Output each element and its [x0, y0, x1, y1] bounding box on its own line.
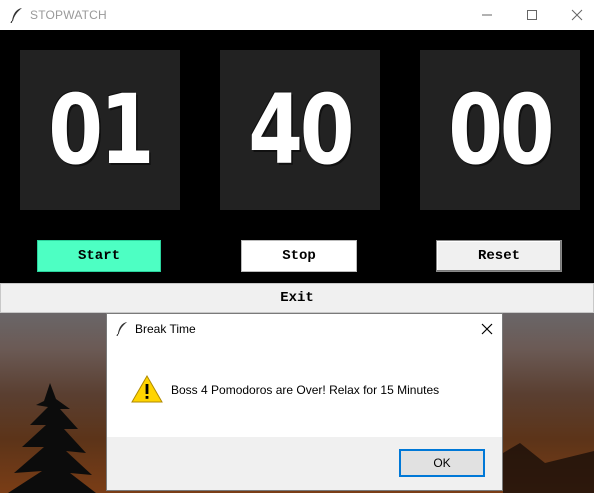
window-title: STOPWATCH [30, 8, 107, 22]
maximize-button[interactable] [509, 0, 555, 30]
hours-value: 01 [48, 74, 155, 186]
seconds-value: 00 [448, 74, 555, 186]
minimize-button[interactable] [464, 0, 510, 30]
close-icon [481, 323, 493, 335]
seconds-display: 00 [420, 50, 580, 210]
break-time-dialog: Break Time Boss 4 Pomodoros are Over! Re… [106, 313, 503, 491]
dialog-body: Boss 4 Pomodoros are Over! Relax for 15 … [107, 344, 502, 437]
feather-icon [116, 322, 128, 336]
reset-button[interactable]: Reset [436, 240, 562, 272]
minimize-icon [482, 14, 492, 16]
start-button[interactable]: Start [37, 240, 161, 272]
minutes-display: 40 [220, 50, 380, 210]
stop-button[interactable]: Stop [241, 240, 357, 272]
maximize-icon [527, 10, 537, 20]
dialog-message: Boss 4 Pomodoros are Over! Relax for 15 … [171, 383, 440, 397]
minutes-value: 40 [248, 74, 355, 186]
hours-display: 01 [20, 50, 180, 210]
warning-icon [131, 374, 163, 403]
exit-button[interactable]: Exit [0, 283, 594, 313]
dialog-footer: OK [107, 437, 502, 490]
dialog-titlebar: Break Time [107, 314, 502, 344]
feather-icon [10, 8, 22, 23]
close-button[interactable] [554, 0, 594, 30]
dialog-title: Break Time [135, 322, 196, 336]
window-titlebar: STOPWATCH [0, 0, 594, 30]
dialog-close-button[interactable] [472, 314, 502, 344]
ok-button[interactable]: OK [399, 449, 485, 477]
close-icon [571, 9, 583, 21]
